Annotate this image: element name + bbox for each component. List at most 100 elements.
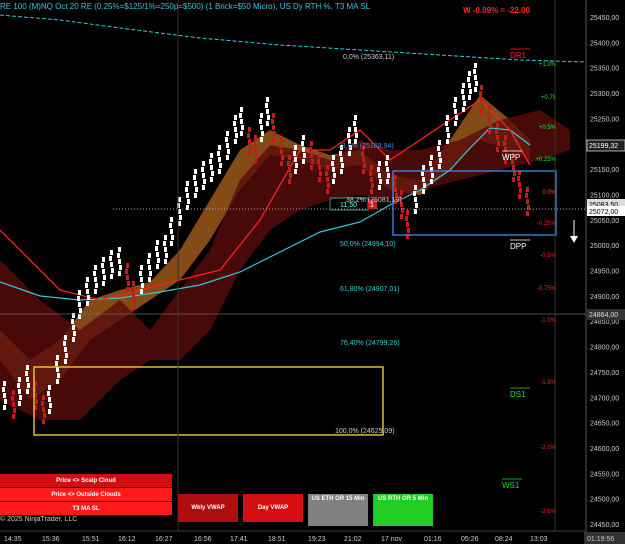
wkly-vwap-button[interactable]: Wkly VWAP (178, 494, 238, 522)
renko-brick (310, 153, 313, 158)
price-tick-label: 24850,00 (590, 319, 619, 326)
renko-brick (118, 259, 121, 264)
renko-brick (302, 147, 305, 152)
renko-brick (131, 287, 134, 292)
renko-brick (259, 119, 262, 124)
renko-brick (2, 387, 5, 392)
renko-brick (332, 155, 335, 160)
renko-brick (132, 305, 135, 310)
pivot-label-wpp: WPP (502, 153, 520, 162)
renko-brick (468, 71, 471, 76)
renko-brick (254, 159, 257, 164)
price-tick-label: 25450,00 (590, 15, 619, 22)
renko-brick (475, 81, 478, 86)
renko-brick (148, 265, 151, 270)
renko-brick (272, 113, 275, 118)
renko-brick (248, 151, 251, 156)
renko-brick (19, 395, 22, 400)
renko-brick (187, 199, 190, 204)
scalp-cloud-button[interactable]: Price <> Scalp Cloud (0, 474, 172, 487)
renko-brick (377, 167, 380, 172)
renko-brick (110, 250, 113, 255)
renko-brick (194, 181, 197, 186)
renko-brick (447, 133, 450, 138)
renko-brick (326, 189, 329, 194)
time-tick-label: 16:27 (155, 536, 173, 543)
renko-brick (503, 141, 506, 146)
renko-brick (430, 155, 433, 160)
renko-brick (480, 109, 483, 114)
renko-brick (378, 161, 381, 166)
renko-brick (140, 277, 143, 282)
renko-brick (233, 121, 236, 126)
price-chart[interactable]: 11,50 10,0% (25363,11)23,6% (25188,94)38,… (0, 0, 625, 544)
renko-brick (438, 164, 441, 169)
outside-clouds-button[interactable]: Price <> Outside Clouds (0, 488, 172, 501)
renko-brick (86, 301, 89, 306)
renko-brick (317, 159, 320, 164)
renko-brick (422, 177, 425, 182)
renko-brick (119, 265, 122, 270)
renko-brick (453, 103, 456, 108)
us-rth-or-button[interactable]: US RTH OR 5 Min (373, 494, 433, 526)
renko-brick (110, 274, 113, 279)
renko-brick (249, 145, 252, 150)
renko-brick (519, 188, 522, 193)
renko-brick (371, 183, 374, 188)
t3-ma-sl-button[interactable]: T3 MA SL (0, 502, 172, 515)
renko-brick (26, 365, 29, 370)
renko-brick (217, 151, 220, 156)
renko-brick (513, 171, 516, 176)
renko-brick (43, 413, 46, 418)
renko-brick (414, 209, 417, 214)
renko-brick (271, 119, 274, 124)
renko-brick (125, 269, 128, 274)
renko-brick (488, 105, 491, 110)
renko-brick (193, 175, 196, 180)
renko-brick (361, 151, 364, 156)
renko-brick (455, 115, 458, 120)
renko-brick (266, 97, 269, 102)
renko-brick (488, 117, 491, 122)
renko-brick (42, 419, 45, 424)
renko-brick (78, 314, 81, 319)
chart-title: RE 100 (M)NQ Oct 20 RE (0.25%=$125/1%=25… (0, 2, 371, 11)
fib-level-label: 38,2% (25081,19) (346, 197, 402, 204)
renko-brick (406, 210, 409, 215)
renko-brick (423, 183, 426, 188)
price-tick-label: 24900,00 (590, 294, 619, 301)
price-tick-label: 25050,00 (590, 218, 619, 225)
pct-level-label: +0.25% (535, 157, 556, 163)
renko-brick (469, 89, 472, 94)
renko-brick (18, 401, 21, 406)
renko-brick (102, 269, 105, 274)
renko-brick (386, 167, 389, 172)
fib-level-label: 100,0% (24625,09) (335, 428, 395, 435)
renko-brick (72, 337, 75, 342)
renko-brick (355, 133, 358, 138)
pct-level-label: -2.0% (540, 445, 556, 451)
renko-brick (525, 193, 528, 198)
day-vwap-button[interactable]: Day VWAP (243, 494, 303, 522)
renko-brick (118, 271, 121, 276)
renko-brick (400, 214, 403, 219)
renko-brick (109, 256, 112, 261)
us-eth-or-button[interactable]: US ETH OR 15 Min (308, 494, 368, 526)
renko-brick (303, 153, 306, 158)
renko-brick (481, 103, 484, 108)
renko-brick (260, 125, 263, 130)
renko-brick (42, 395, 45, 400)
renko-brick (331, 161, 334, 166)
renko-brick (289, 173, 292, 178)
renko-brick (226, 143, 229, 148)
renko-brick (354, 127, 357, 132)
time-tick-label: 19:23 (308, 536, 326, 543)
renko-brick (169, 223, 172, 228)
renko-brick (260, 137, 263, 142)
price-tick-label: 24950,00 (590, 269, 619, 276)
renko-brick (326, 165, 329, 170)
renko-brick (194, 193, 197, 198)
renko-brick (203, 179, 206, 184)
renko-brick (295, 163, 298, 168)
renko-brick (255, 153, 258, 158)
